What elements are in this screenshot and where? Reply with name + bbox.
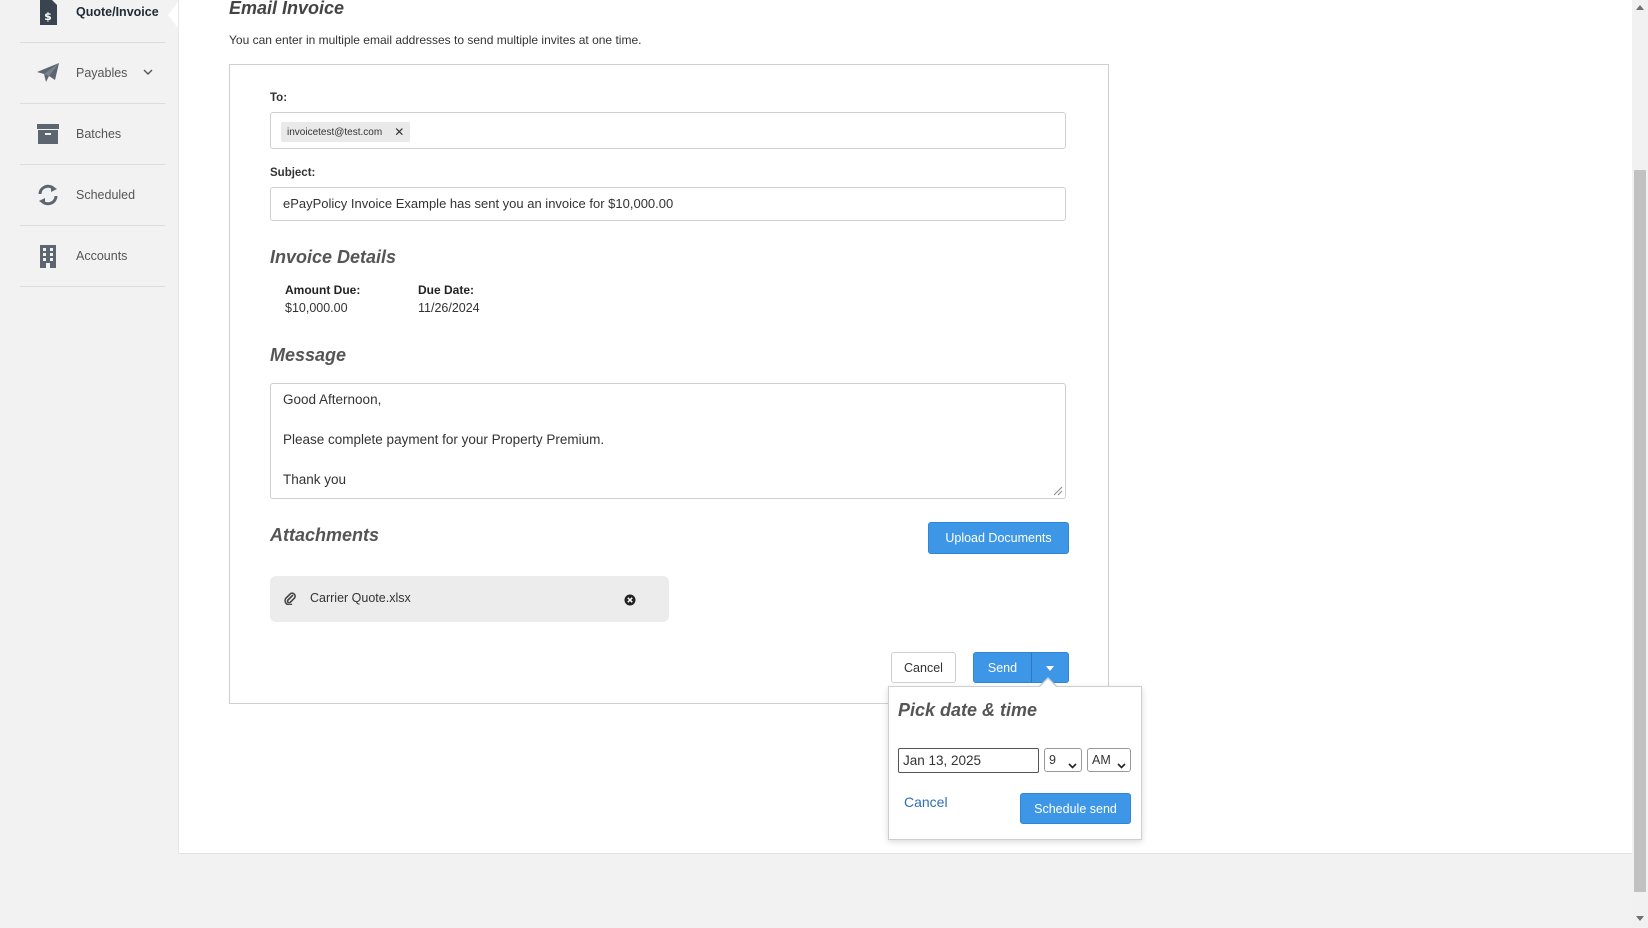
recipient-chip: invoicetest@test.com ✕ xyxy=(281,122,411,142)
invoice-details-heading: Invoice Details xyxy=(270,247,397,267)
scroll-thumb[interactable] xyxy=(1634,170,1646,892)
ampm-select[interactable]: AM xyxy=(1087,748,1131,772)
scrollbar[interactable] xyxy=(1632,0,1648,928)
sidebar-item-accounts[interactable]: Accounts xyxy=(20,226,165,287)
recipient-email: invoicetest@test.com xyxy=(287,126,383,138)
attachments-heading: Attachments xyxy=(270,525,380,545)
ampm-value: AM xyxy=(1092,753,1111,767)
message-heading: Message xyxy=(270,345,347,365)
schedule-send-button[interactable]: Schedule send xyxy=(1020,793,1131,824)
date-input[interactable] xyxy=(898,748,1039,773)
due-date-label: Due Date: xyxy=(418,283,475,297)
hour-select[interactable]: 9 xyxy=(1044,748,1082,772)
amount-due-value: $10,000.00 xyxy=(285,301,348,315)
scroll-up-icon[interactable] xyxy=(1636,4,1644,10)
upload-documents-button[interactable]: Upload Documents xyxy=(928,522,1069,554)
sidebar-item-scheduled[interactable]: Scheduled xyxy=(20,165,165,226)
to-field[interactable]: invoicetest@test.com ✕ xyxy=(270,112,1066,149)
schedule-send-popup: Pick date & time 9 AM Cancel Schedule se… xyxy=(888,686,1142,840)
chevron-down-icon[interactable] xyxy=(143,65,153,79)
building-icon xyxy=(34,242,62,270)
cancel-button[interactable]: Cancel xyxy=(891,652,956,683)
sidebar-item-quote-invoice[interactable]: $ Quote/Invoice xyxy=(20,0,165,43)
message-line: Please complete payment for your Propert… xyxy=(283,432,605,447)
subject-label: Subject: xyxy=(270,167,316,179)
sidebar-item-batches[interactable]: Batches xyxy=(20,104,165,165)
popup-cancel-link[interactable]: Cancel xyxy=(904,794,948,810)
page-title: Email Invoice xyxy=(229,0,345,18)
email-invoice-card: To: invoicetest@test.com ✕ Subject: ePay… xyxy=(229,64,1109,704)
refresh-icon xyxy=(34,181,62,209)
paperclip-icon xyxy=(284,591,296,610)
subject-field[interactable]: ePayPolicy Invoice Example has sent you … xyxy=(270,187,1066,221)
sidebar-item-label: Scheduled xyxy=(76,188,136,202)
to-label: To: xyxy=(270,92,288,104)
message-textarea[interactable]: Good Afternoon, Please complete payment … xyxy=(270,383,1066,499)
sidebar: $ Quote/Invoice Payables Batches Schedul… xyxy=(0,0,178,928)
caret-down-icon xyxy=(1045,661,1055,675)
amount-due-label: Amount Due: xyxy=(285,283,361,297)
message-line: Good Afternoon, xyxy=(283,392,382,407)
send-button[interactable]: Send xyxy=(973,652,1032,683)
svg-text:$: $ xyxy=(44,10,52,23)
hour-value: 9 xyxy=(1049,753,1056,767)
invoice-dollar-icon: $ xyxy=(34,0,62,26)
message-line: Thank you xyxy=(283,472,347,487)
sidebar-item-label: Accounts xyxy=(76,249,128,263)
chevron-down-icon xyxy=(1068,758,1077,772)
attachment-item: Carrier Quote.xlsx xyxy=(270,576,669,622)
popup-title: Pick date & time xyxy=(898,700,1038,720)
sidebar-item-label: Quote/Invoice xyxy=(76,5,159,19)
sidebar-item-payables[interactable]: Payables xyxy=(20,43,165,104)
due-date-value: 11/26/2024 xyxy=(418,301,480,315)
archive-box-icon xyxy=(34,120,62,148)
sidebar-item-label: Payables xyxy=(76,66,128,80)
page-subtitle: You can enter in multiple email addresse… xyxy=(229,33,642,47)
remove-attachment-icon[interactable] xyxy=(624,593,636,611)
remove-recipient-icon[interactable]: ✕ xyxy=(394,125,404,139)
attachment-name: Carrier Quote.xlsx xyxy=(310,591,411,605)
paper-plane-icon xyxy=(34,59,62,87)
active-nav-indicator xyxy=(168,2,178,28)
scroll-down-icon[interactable] xyxy=(1636,916,1644,922)
subject-value: ePayPolicy Invoice Example has sent you … xyxy=(283,196,674,211)
chevron-down-icon xyxy=(1117,758,1126,772)
sidebar-item-label: Batches xyxy=(76,127,122,141)
resize-handle-icon[interactable] xyxy=(1053,486,1063,496)
popup-caret-fill xyxy=(1040,679,1056,687)
